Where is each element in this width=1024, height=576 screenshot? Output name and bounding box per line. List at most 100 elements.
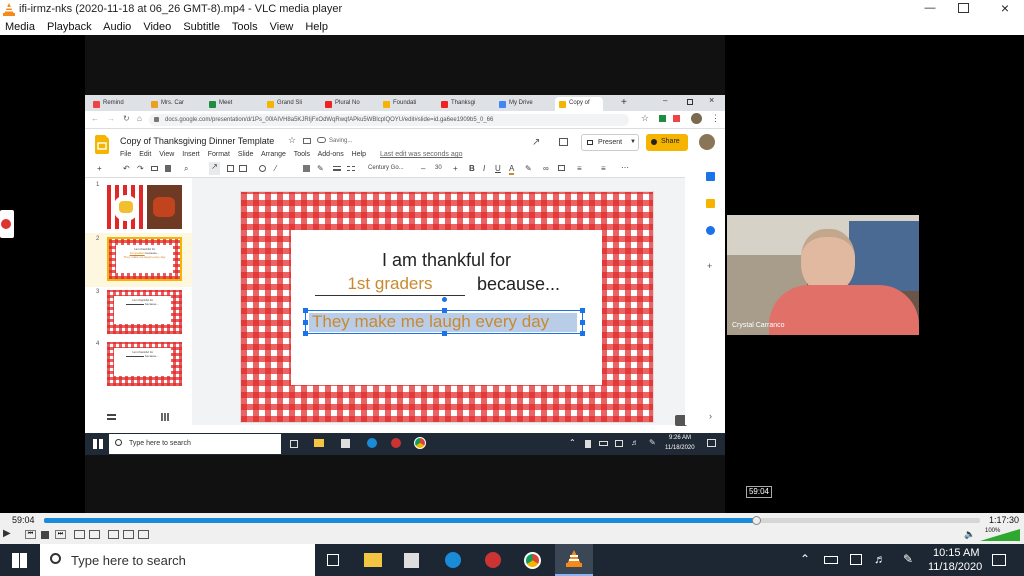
minimize-button[interactable]: — bbox=[920, 2, 940, 16]
fullscreen-button[interactable] bbox=[74, 530, 85, 539]
resize-handle[interactable] bbox=[580, 331, 585, 336]
seek-bar[interactable] bbox=[44, 516, 980, 525]
last-edit-link[interactable]: Last edit was seconds ago bbox=[380, 151, 463, 158]
because-text[interactable]: because... bbox=[477, 274, 560, 295]
align-icon[interactable]: ≡ bbox=[577, 164, 582, 173]
browser-tab[interactable]: Grand Sli bbox=[263, 97, 317, 111]
profile-avatar[interactable] bbox=[691, 113, 702, 124]
slide-thumbnail-1[interactable] bbox=[107, 185, 182, 229]
resize-handle[interactable] bbox=[580, 320, 585, 325]
browser-tab[interactable]: Remind bbox=[89, 97, 143, 111]
selected-text-box[interactable]: They make me laugh every day bbox=[303, 297, 585, 336]
slide-thumbnail-4[interactable]: I am thankful for because... bbox=[107, 342, 182, 386]
browser-tab[interactable]: Mrs. Car bbox=[147, 97, 201, 111]
comment-icon[interactable] bbox=[558, 165, 565, 171]
border-color-icon[interactable]: ✎ bbox=[317, 164, 324, 173]
seek-handle[interactable] bbox=[752, 516, 762, 525]
zoom-icon[interactable]: ⌕ bbox=[184, 164, 188, 174]
shuffle-button[interactable] bbox=[138, 530, 149, 539]
slide-thumbnail-2[interactable]: I am thankful for 1st graders because...… bbox=[107, 237, 182, 281]
browser-tab[interactable]: Thanksgi bbox=[437, 97, 491, 111]
rotate-handle[interactable] bbox=[442, 297, 447, 302]
resize-handle[interactable] bbox=[580, 308, 585, 313]
chrome-icon[interactable] bbox=[414, 437, 426, 449]
browser-maximize-icon[interactable] bbox=[687, 99, 693, 105]
line-icon[interactable]: ⁄ bbox=[275, 164, 276, 173]
browser-tab[interactable]: My Drive bbox=[495, 97, 549, 111]
store-icon[interactable] bbox=[404, 553, 419, 568]
docs-menu-insert[interactable]: Insert bbox=[182, 151, 200, 158]
menu-help[interactable]: Help bbox=[305, 21, 328, 33]
docs-menu-arrange[interactable]: Arrange bbox=[261, 151, 286, 158]
menu-video[interactable]: Video bbox=[143, 21, 171, 33]
volume-icon[interactable]: ♬ bbox=[874, 552, 886, 566]
app-icon[interactable] bbox=[391, 438, 401, 448]
slide-heading[interactable]: I am thankful for bbox=[291, 250, 602, 271]
taskbar-search-box[interactable]: Type here to search bbox=[40, 544, 315, 576]
activity-icon[interactable]: ↗ bbox=[532, 137, 540, 148]
play-button[interactable]: ▶ bbox=[3, 528, 15, 541]
menu-playback[interactable]: Playback bbox=[47, 21, 92, 33]
pen-icon[interactable]: ✎ bbox=[903, 552, 913, 566]
slide-thumbnail-3[interactable]: I am thankful for because... bbox=[107, 290, 182, 334]
task-view-icon[interactable] bbox=[290, 440, 298, 448]
bold-icon[interactable]: B bbox=[469, 164, 475, 173]
expand-panel-icon[interactable]: › bbox=[709, 411, 712, 421]
task-view-icon[interactable] bbox=[327, 554, 339, 566]
store-icon[interactable] bbox=[341, 439, 350, 448]
loop-button[interactable] bbox=[123, 530, 134, 539]
docs-menu-tools[interactable]: Tools bbox=[294, 151, 310, 158]
previous-button[interactable]: ⏮ bbox=[25, 530, 36, 539]
extension-icon[interactable] bbox=[673, 115, 680, 122]
menu-view[interactable]: View bbox=[270, 21, 294, 33]
docs-menu-edit[interactable]: Edit bbox=[139, 151, 151, 158]
docs-menu-view[interactable]: View bbox=[159, 151, 174, 158]
browser-tab[interactable]: Foundati bbox=[379, 97, 433, 111]
fill-color-icon[interactable] bbox=[303, 165, 310, 172]
new-tab-icon[interactable]: + bbox=[621, 97, 627, 108]
add-addon-icon[interactable]: + bbox=[707, 261, 712, 271]
textbox-icon[interactable] bbox=[227, 165, 234, 172]
close-button[interactable]: × bbox=[996, 0, 1014, 18]
notification-icon[interactable] bbox=[992, 554, 1006, 566]
resize-handle[interactable] bbox=[442, 331, 447, 336]
browser-tab[interactable]: Plural No bbox=[321, 97, 375, 111]
extension-icon[interactable] bbox=[659, 115, 666, 122]
border-dash-icon[interactable] bbox=[347, 166, 355, 171]
extended-settings-button[interactable] bbox=[89, 530, 100, 539]
file-explorer-icon[interactable] bbox=[364, 553, 382, 567]
browser-menu-icon[interactable]: ⋮ bbox=[711, 113, 720, 124]
keep-icon[interactable] bbox=[706, 199, 715, 208]
url-field[interactable]: docs.google.com/presentation/d/1Ps_00lAI… bbox=[149, 114, 629, 126]
account-avatar[interactable] bbox=[699, 134, 715, 150]
notification-icon[interactable] bbox=[707, 439, 716, 447]
calendar-icon[interactable] bbox=[706, 172, 715, 181]
comments-icon[interactable] bbox=[559, 138, 568, 146]
browser-tab-active[interactable]: Copy of bbox=[555, 97, 603, 111]
forward-icon[interactable]: → bbox=[107, 114, 115, 123]
link-icon[interactable]: ∞ bbox=[543, 164, 549, 173]
text-color-icon[interactable]: A bbox=[509, 164, 515, 175]
font-size-increase-icon[interactable]: + bbox=[453, 164, 458, 173]
border-weight-icon[interactable] bbox=[333, 166, 341, 171]
resize-handle[interactable] bbox=[303, 320, 308, 325]
reload-icon[interactable]: ↻ bbox=[123, 114, 130, 123]
file-explorer-icon[interactable] bbox=[314, 439, 324, 447]
blank-answer[interactable]: 1st graders bbox=[315, 274, 465, 296]
browser-close-icon[interactable]: × bbox=[709, 95, 714, 105]
docs-menu-help[interactable]: Help bbox=[352, 151, 366, 158]
italic-icon[interactable]: I bbox=[483, 164, 485, 173]
tray-chevron-icon[interactable]: ⌃ bbox=[569, 438, 576, 447]
maximize-button[interactable] bbox=[958, 3, 969, 13]
menu-tools[interactable]: Tools bbox=[232, 21, 258, 33]
more-options-icon[interactable]: ⋯ bbox=[621, 163, 629, 172]
home-icon[interactable]: ⌂ bbox=[137, 114, 142, 123]
filmstrip-view-icon[interactable] bbox=[107, 414, 116, 420]
app-icon[interactable] bbox=[485, 552, 501, 568]
image-icon[interactable] bbox=[239, 165, 247, 172]
slide-canvas[interactable]: I am thankful for 1st graders because...… bbox=[240, 191, 654, 423]
chrome-icon[interactable] bbox=[524, 552, 541, 569]
doc-title[interactable]: Copy of Thanksgiving Dinner Template bbox=[120, 136, 274, 146]
share-button[interactable]: Share bbox=[646, 134, 688, 151]
undo-icon[interactable]: ↶ bbox=[123, 164, 130, 173]
